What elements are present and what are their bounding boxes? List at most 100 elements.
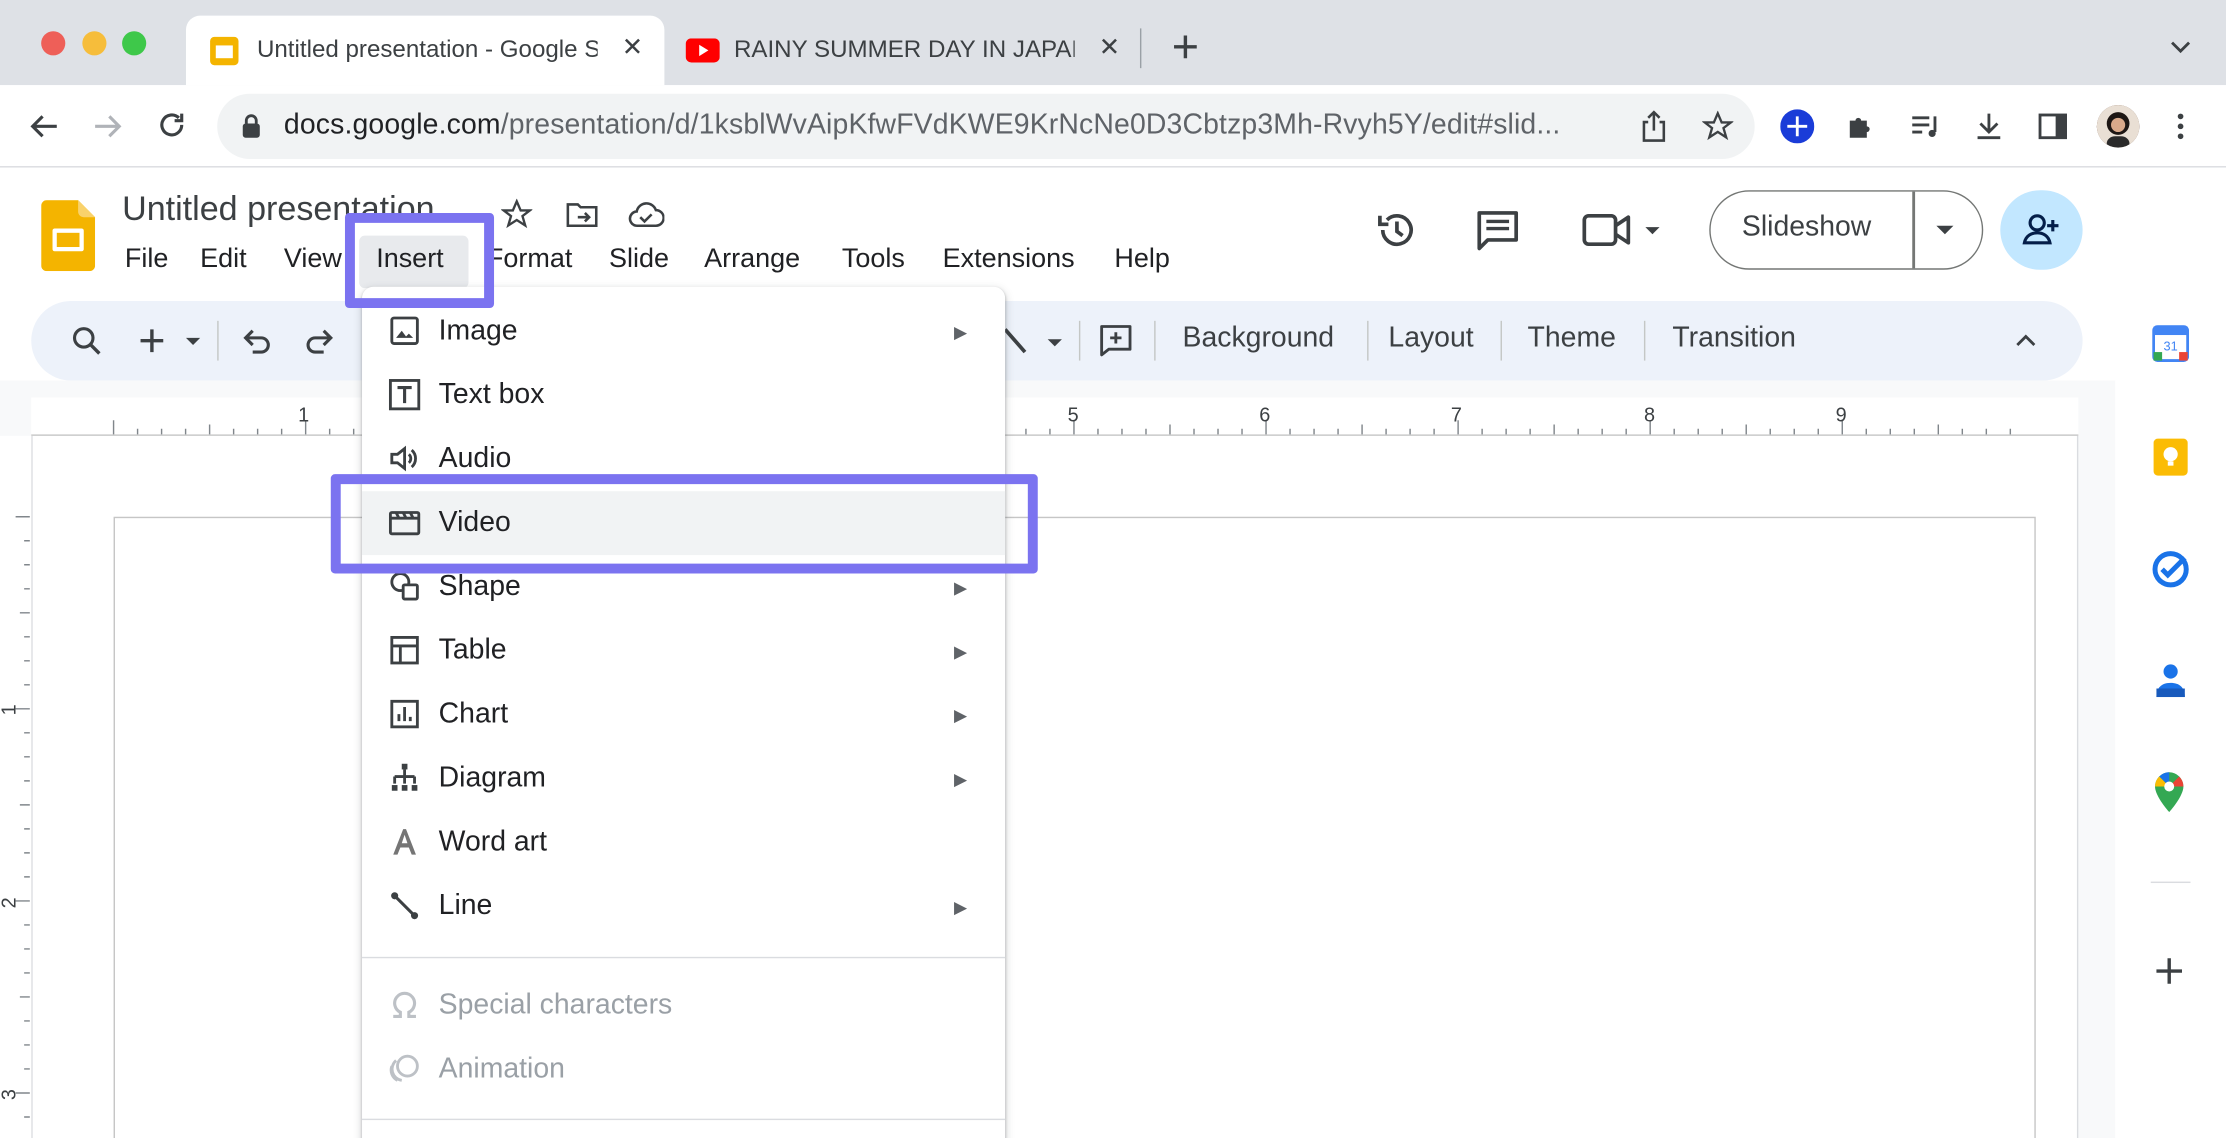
version-history-icon[interactable] (1374, 207, 1419, 252)
star-icon[interactable] (501, 198, 533, 230)
url-text[interactable]: docs.google.com/presentation/d/1ksblWvAi… (284, 109, 1561, 142)
extension-sparkle-icon[interactable] (1780, 109, 1815, 144)
calendar-icon[interactable]: 31 (2152, 325, 2190, 363)
tasks-icon[interactable] (2151, 549, 2191, 589)
collapse-toolbar-chevron-icon[interactable] (2014, 332, 2037, 349)
chevron-down-icon[interactable] (2169, 38, 2192, 55)
menu-separator (362, 956, 1006, 959)
forward-arrow-icon[interactable] (92, 111, 123, 142)
back-arrow-icon[interactable] (28, 111, 59, 142)
google-slides-favicon-icon (207, 34, 241, 68)
google-slides-logo-icon[interactable] (41, 200, 96, 272)
ruler-number: 3 (0, 1089, 20, 1100)
cloud-saved-icon[interactable] (627, 200, 665, 228)
line-icon (388, 889, 422, 923)
search-menus-icon[interactable] (71, 325, 102, 356)
extensions-puzzle-icon[interactable] (1844, 109, 1878, 143)
insert-menu-item-label[interactable]: Image (439, 315, 518, 348)
menu-view[interactable]: View (284, 244, 342, 275)
tab-title[interactable]: RAINY SUMMER DAY IN JAPAN (734, 35, 1075, 63)
menu-edit[interactable]: Edit (200, 244, 246, 275)
slideshow-options-chevron-icon[interactable] (1935, 224, 1955, 235)
comments-icon[interactable] (1475, 209, 1520, 252)
slideshow-label[interactable]: Slideshow (1742, 212, 1871, 245)
line-tool-icon[interactable] (1002, 327, 1067, 358)
insert-menu-item-label[interactable]: Line (439, 890, 493, 923)
ruler-number: 5 (1067, 403, 1079, 426)
side-panel-divider (2150, 881, 2191, 884)
redo-icon[interactable] (304, 327, 335, 355)
menu-format[interactable]: Format (487, 244, 572, 275)
insert-menu-item-label: Special characters (438, 989, 673, 1021)
submenu-arrow-icon: ▶ (953, 897, 968, 918)
add-comment-icon[interactable] (1099, 324, 1133, 358)
insert-menu-item-label[interactable]: Text box (439, 379, 545, 412)
ruler-number: 9 (1835, 403, 1847, 426)
toolbar-separator (1643, 320, 1646, 361)
video-annotation-box (330, 474, 1038, 574)
background-button[interactable]: Background (1183, 322, 1335, 355)
insert-menu-item-label[interactable]: Diagram (439, 762, 546, 795)
menu-arrange[interactable]: Arrange (704, 244, 800, 275)
insert-menu-item-label[interactable]: Audio (439, 443, 512, 476)
menu-tools[interactable]: Tools (842, 244, 905, 275)
maps-icon[interactable] (2154, 771, 2185, 814)
media-playlist-icon[interactable] (1908, 109, 1942, 143)
share-page-icon[interactable] (1640, 109, 1668, 143)
toolbar-separator (1078, 320, 1081, 361)
keep-notes-icon[interactable] (2152, 437, 2189, 477)
meet-camera-icon[interactable] (1580, 212, 1671, 249)
insert-annotation-box (344, 212, 495, 309)
insert-menu-item-label[interactable]: Chart (439, 698, 508, 731)
browser-profile-avatar[interactable] (2096, 105, 2140, 148)
insert-menu-item-label[interactable]: Word art (439, 826, 547, 859)
tab-title: Untitled presentation - Google Slides (256, 35, 598, 63)
transition-button[interactable]: Transition (1672, 322, 1796, 355)
close-tab-icon[interactable]: ✕ (1099, 33, 1120, 63)
side-panel-icon[interactable] (2036, 109, 2070, 143)
toolbar-separator (1367, 320, 1369, 361)
slideshow-divider (1912, 191, 1915, 269)
ruler-number: 2 (0, 897, 20, 908)
menu-help[interactable]: Help (1114, 244, 1169, 275)
menu-separator (362, 1118, 1006, 1121)
add-addon-icon[interactable] (2154, 955, 2185, 986)
insert-menu-item-label: Animation (438, 1053, 565, 1085)
undo-icon[interactable] (241, 327, 272, 355)
new-slide-icon[interactable] (136, 325, 204, 356)
word-art-icon (388, 825, 422, 859)
toolbar-separator (1500, 320, 1502, 361)
contacts-icon[interactable] (2154, 660, 2188, 700)
menu-slide[interactable]: Slide (609, 244, 669, 275)
vertical-ruler[interactable] (0, 435, 32, 1138)
move-folder-icon[interactable] (565, 200, 599, 228)
insert-menu-item-label[interactable]: Table (439, 635, 507, 668)
menu-file[interactable]: File (125, 244, 168, 275)
add-person-icon[interactable] (2022, 212, 2062, 249)
submenu-arrow-icon: ▶ (953, 705, 968, 726)
lock-icon[interactable] (241, 114, 261, 140)
horizontal-ruler[interactable] (31, 397, 2079, 436)
table-icon (388, 633, 422, 667)
chart-icon (388, 697, 422, 731)
download-icon[interactable] (1972, 109, 2006, 143)
ruler-number: 8 (1643, 403, 1656, 426)
toolbar-separator (217, 320, 219, 361)
close-window-button[interactable] (41, 31, 66, 56)
new-tab-icon[interactable] (1170, 31, 1201, 62)
menu-extensions[interactable]: Extensions (943, 244, 1075, 275)
reload-icon[interactable] (156, 109, 187, 140)
animation-icon (388, 1052, 422, 1086)
maximize-window-button[interactable] (122, 31, 147, 56)
minimize-window-button[interactable] (82, 31, 107, 56)
close-tab-icon[interactable]: ✕ (622, 33, 643, 63)
more-vert-icon[interactable] (2172, 111, 2189, 142)
theme-button[interactable]: Theme (1528, 322, 1616, 355)
diagram-icon (388, 761, 422, 795)
ruler-number: 1 (0, 704, 20, 715)
tab-divider (1139, 28, 1142, 69)
bookmark-star-icon[interactable] (1702, 110, 1734, 142)
insert-menu-item-label[interactable]: Shape (439, 571, 521, 604)
shape-icon (388, 569, 422, 603)
layout-button[interactable]: Layout (1388, 322, 1473, 355)
